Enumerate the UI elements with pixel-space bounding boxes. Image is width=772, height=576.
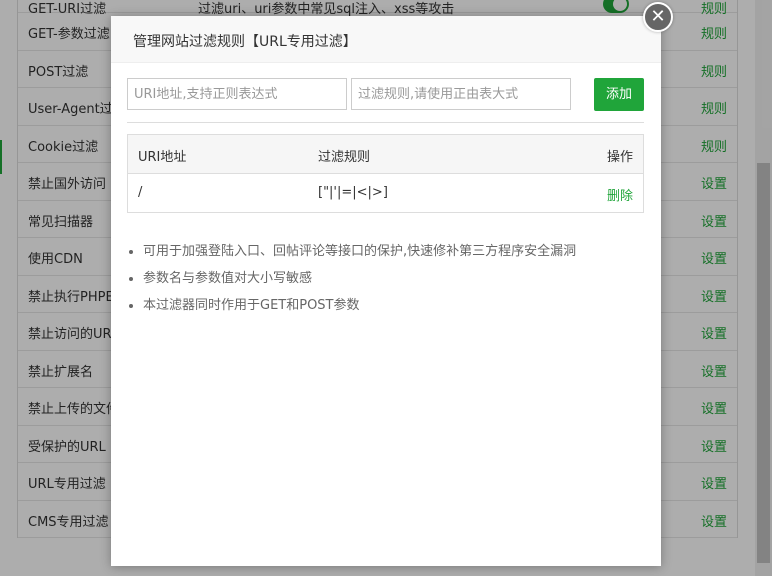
delete-link[interactable]: 删除 — [607, 185, 633, 204]
column-header-rule: 过滤规则 — [318, 150, 371, 165]
add-button[interactable]: 添加 — [594, 78, 644, 111]
column-header-uri: URI地址 — [138, 150, 187, 165]
uri-input[interactable] — [127, 78, 347, 110]
dialog-title: 管理网站过滤规则【URL专用过滤】 — [133, 34, 357, 50]
rules-table: URI地址 过滤规则 操作 / ["|'|=|<|>] 删除 — [127, 134, 644, 213]
filter-rules-dialog: 管理网站过滤规则【URL专用过滤】 添加 URI地址 过滤规则 操作 / ["|… — [111, 16, 661, 566]
add-rule-form: 添加 — [127, 78, 644, 112]
rule-input[interactable] — [351, 78, 571, 110]
note-item: 参数名与参数值对大小写敏感 — [143, 265, 576, 292]
table-header: URI地址 过滤规则 操作 — [128, 135, 643, 174]
help-notes: 可用于加强登陆入口、回帖评论等接口的保护,快速修补第三方程序安全漏洞 参数名与参… — [123, 238, 576, 319]
uri-cell: / — [138, 185, 143, 200]
table-row: / ["|'|=|<|>] 删除 — [128, 174, 643, 212]
dialog-header: 管理网站过滤规则【URL专用过滤】 — [111, 16, 661, 63]
note-item: 本过滤器同时作用于GET和POST参数 — [143, 292, 576, 319]
note-item: 可用于加强登陆入口、回帖评论等接口的保护,快速修补第三方程序安全漏洞 — [143, 238, 576, 265]
divider — [127, 122, 644, 123]
close-icon[interactable]: ✕ — [643, 2, 673, 32]
rule-cell: ["|'|=|<|>] — [318, 185, 388, 200]
column-header-action: 操作 — [606, 150, 633, 165]
